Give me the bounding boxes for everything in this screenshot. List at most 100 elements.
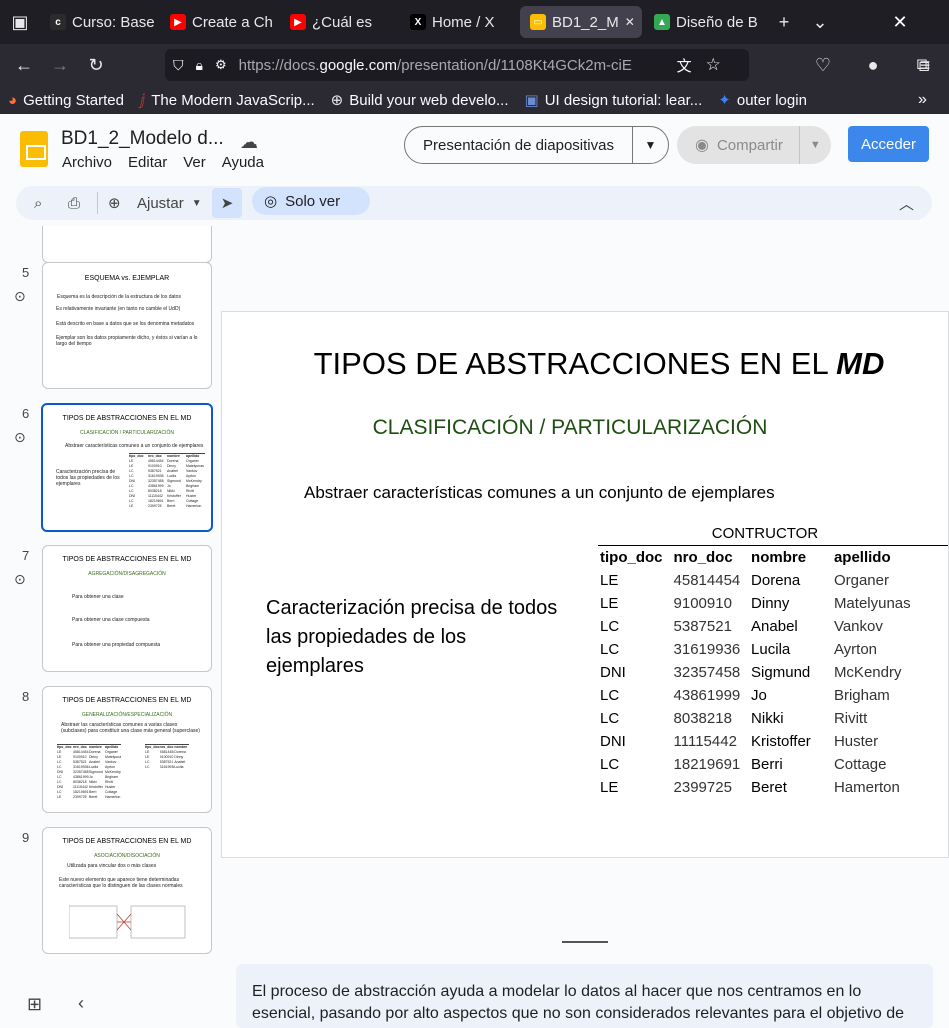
slide-number: 8 bbox=[22, 689, 30, 704]
thumb-title: TIPOS DE ABSTRACCIONES EN EL MD bbox=[62, 697, 192, 704]
slide-canvas: TIPOS DE ABSTRACCIONES EN EL MD CLASIFIC… bbox=[221, 311, 949, 858]
table-cell: Sigmund bbox=[751, 663, 811, 681]
slide-thumbnail-4[interactable] bbox=[42, 226, 212, 263]
notes-resize-handle[interactable] bbox=[562, 941, 608, 943]
constructor-table: tipo_doc nro_doc nombre apellido LE 45814… bbox=[598, 545, 948, 799]
thumb-line: Ejemplar son los datos propiamente dicho… bbox=[56, 335, 198, 347]
pocket-icon[interactable]: ♡ bbox=[805, 49, 841, 81]
zoom-label: Ajustar bbox=[137, 194, 184, 212]
table-cell: LE bbox=[600, 778, 619, 796]
thumb-line: Abstraer las características comunes a v… bbox=[61, 722, 200, 734]
table-caption: CONTRUCTOR bbox=[711, 525, 819, 542]
select-pointer-icon[interactable]: ➤ bbox=[212, 188, 242, 218]
slides-logo-icon[interactable] bbox=[20, 131, 48, 167]
browser-tab[interactable]: ▭ BD1_2_M ✕ bbox=[520, 6, 642, 38]
bookmark-item[interactable]: ⊕ Build your web develo... bbox=[323, 91, 517, 110]
table-cell: Nikki bbox=[751, 709, 784, 727]
table-cell: Berri bbox=[751, 755, 783, 773]
menu-ver[interactable]: Ver bbox=[183, 154, 206, 171]
bookmark-item[interactable]: ⅉ The Modern JavaScrip... bbox=[132, 91, 323, 110]
bookmark-item[interactable]: ◕ Getting Started bbox=[0, 92, 132, 109]
browser-tab[interactable]: X Home / X bbox=[400, 6, 518, 38]
star-icon[interactable]: ☆ bbox=[706, 55, 721, 75]
translate-icon[interactable]: 文 bbox=[677, 55, 692, 76]
slide-number: 6 bbox=[22, 406, 30, 421]
new-tab-button[interactable]: + bbox=[766, 6, 802, 38]
grid-view-icon[interactable]: ⊞ bbox=[27, 994, 42, 1015]
reload-icon[interactable]: ↻ bbox=[78, 49, 114, 81]
cloud-status-icon[interactable]: ☁ bbox=[240, 132, 258, 153]
table-cell: LC bbox=[600, 755, 620, 773]
thumb-line: Está descrito en base a datos que se los… bbox=[56, 321, 195, 327]
collapse-filmstrip-icon[interactable]: ‹ bbox=[78, 993, 84, 1014]
extension-avatar-icon[interactable]: ● bbox=[855, 49, 891, 81]
slide-title: TIPOS DE ABSTRACCIONES EN EL MD bbox=[313, 346, 885, 381]
table-cell: Organer bbox=[833, 571, 889, 589]
collapse-toolbar-icon[interactable]: ︿ bbox=[899, 193, 914, 214]
more-bookmarks-icon[interactable]: » bbox=[918, 91, 927, 109]
link-icon: ⊙ bbox=[14, 571, 26, 587]
slide-thumbnail-8[interactable]: TIPOS DE ABSTRACCIONES EN EL MD GENERALI… bbox=[42, 686, 212, 813]
zoom-select[interactable]: Ajustar ▼ bbox=[137, 195, 202, 212]
view-only-chip[interactable]: ◎ Solo ver bbox=[252, 187, 370, 215]
slide-thumbnail-9[interactable]: TIPOS DE ABSTRACCIONES EN EL MD ASOCIACI… bbox=[42, 827, 212, 954]
url-bar[interactable]: ⛉ 🔒︎ ⚙ https://docs.google.com/presentat… bbox=[165, 49, 749, 81]
table-cell: Kristoffer bbox=[751, 732, 811, 750]
image-icon: ▣ bbox=[524, 92, 539, 109]
browser-tab[interactable]: ▶ ¿Cuál es bbox=[280, 6, 398, 38]
menu-ayuda[interactable]: Ayuda bbox=[222, 154, 264, 171]
close-window-icon[interactable]: ✕ bbox=[882, 6, 918, 38]
table-cell: Dorena bbox=[751, 571, 801, 589]
slide-number: 5 bbox=[22, 265, 30, 280]
tab-list-icon[interactable]: ⌄ bbox=[802, 6, 838, 38]
browser-tab[interactable]: c Curso: Base bbox=[40, 6, 158, 38]
back-icon[interactable]: ← bbox=[6, 49, 42, 81]
table-cell: Dinny bbox=[751, 594, 790, 612]
menu-editar[interactable]: Editar bbox=[128, 154, 167, 171]
notes-text: El proceso de abstracción ayuda a modela… bbox=[252, 983, 904, 1022]
thumb-subtitle: GENERALIZACIÓN/ESPECIALIZACIÓN bbox=[81, 712, 173, 718]
thumb-line: Utilizada para vincular dos o más clases bbox=[67, 863, 157, 869]
tab-overview-icon[interactable]: ▣ bbox=[0, 6, 40, 38]
browser-tab[interactable]: ▲ Diseño de B bbox=[644, 6, 762, 38]
zoom-icon[interactable]: ⊕ bbox=[108, 194, 121, 212]
table-cell: Anabel bbox=[751, 617, 798, 635]
table-row: DNI 11115442 Kristoffer Huster bbox=[598, 730, 948, 753]
zoom-dropdown-icon: ▼ bbox=[191, 197, 202, 209]
permissions-icon[interactable]: ⚙ bbox=[215, 57, 227, 73]
menu-icon[interactable]: ≡ bbox=[907, 49, 943, 81]
close-tab-icon[interactable]: ✕ bbox=[625, 15, 635, 29]
firefox-icon: ◕ bbox=[8, 91, 18, 109]
share-dropdown-icon[interactable]: ▼ bbox=[798, 126, 821, 164]
table-cell: Vankov bbox=[833, 617, 883, 635]
search-icon[interactable]: ⌕ bbox=[34, 195, 42, 212]
table-cell: 32357458 bbox=[673, 663, 741, 681]
thumb-title: ESQUEMA vs. EJEMPLAR bbox=[84, 275, 170, 282]
table-row: DNI 32357458 Sigmund McKendry bbox=[598, 661, 948, 684]
menu-archivo[interactable]: Archivo bbox=[62, 154, 112, 171]
bookmark-item[interactable]: ✦ outer login bbox=[710, 91, 815, 110]
link-icon: ⊙ bbox=[14, 288, 26, 304]
slide-thumbnail-5[interactable]: ESQUEMA vs. EJEMPLAR Esquema es la descr… bbox=[42, 262, 212, 389]
print-icon[interactable]: ⎙ bbox=[68, 195, 80, 212]
table-cell: 11115442 bbox=[673, 732, 737, 750]
table-row: LE 45814454 Dorena Organer bbox=[598, 569, 948, 592]
table-cell: Matelyunas bbox=[833, 594, 911, 612]
thumb-line: Para obtener una propiedad compuesta bbox=[72, 642, 161, 648]
forward-icon[interactable]: → bbox=[42, 49, 78, 81]
thumb-diagram bbox=[69, 905, 186, 939]
table-row: LC 31619936 Lucila Ayrton bbox=[598, 638, 948, 661]
share-button[interactable]: ◉ Compartir ▼ bbox=[677, 126, 831, 164]
slide-thumbnail-7[interactable]: TIPOS DE ABSTRACCIONES EN EL MD AGREGACI… bbox=[42, 545, 212, 672]
table-row: LE 2399725 Beret Hamerton bbox=[598, 776, 948, 799]
document-title[interactable]: BD1_2_Modelo d... bbox=[61, 128, 224, 150]
browser-tab[interactable]: ▶ Create a Ch bbox=[160, 6, 278, 38]
table-cell: LC bbox=[600, 709, 620, 727]
signin-button[interactable]: Acceder bbox=[848, 126, 929, 162]
slideshow-label[interactable]: Presentación de diapositivas bbox=[405, 127, 633, 163]
slideshow-dropdown-icon[interactable]: ▼ bbox=[633, 138, 668, 152]
slide-filmstrip[interactable]: 5 ⊙ ESQUEMA vs. EJEMPLAR Esquema es la d… bbox=[0, 226, 224, 976]
table-cell: McKendry bbox=[833, 663, 902, 681]
slide-thumbnail-6-selected[interactable]: TIPOS DE ABSTRACCIONES EN EL MD CLASIFIC… bbox=[41, 403, 213, 532]
bookmark-item[interactable]: ▣ UI design tutorial: lear... bbox=[517, 91, 711, 110]
